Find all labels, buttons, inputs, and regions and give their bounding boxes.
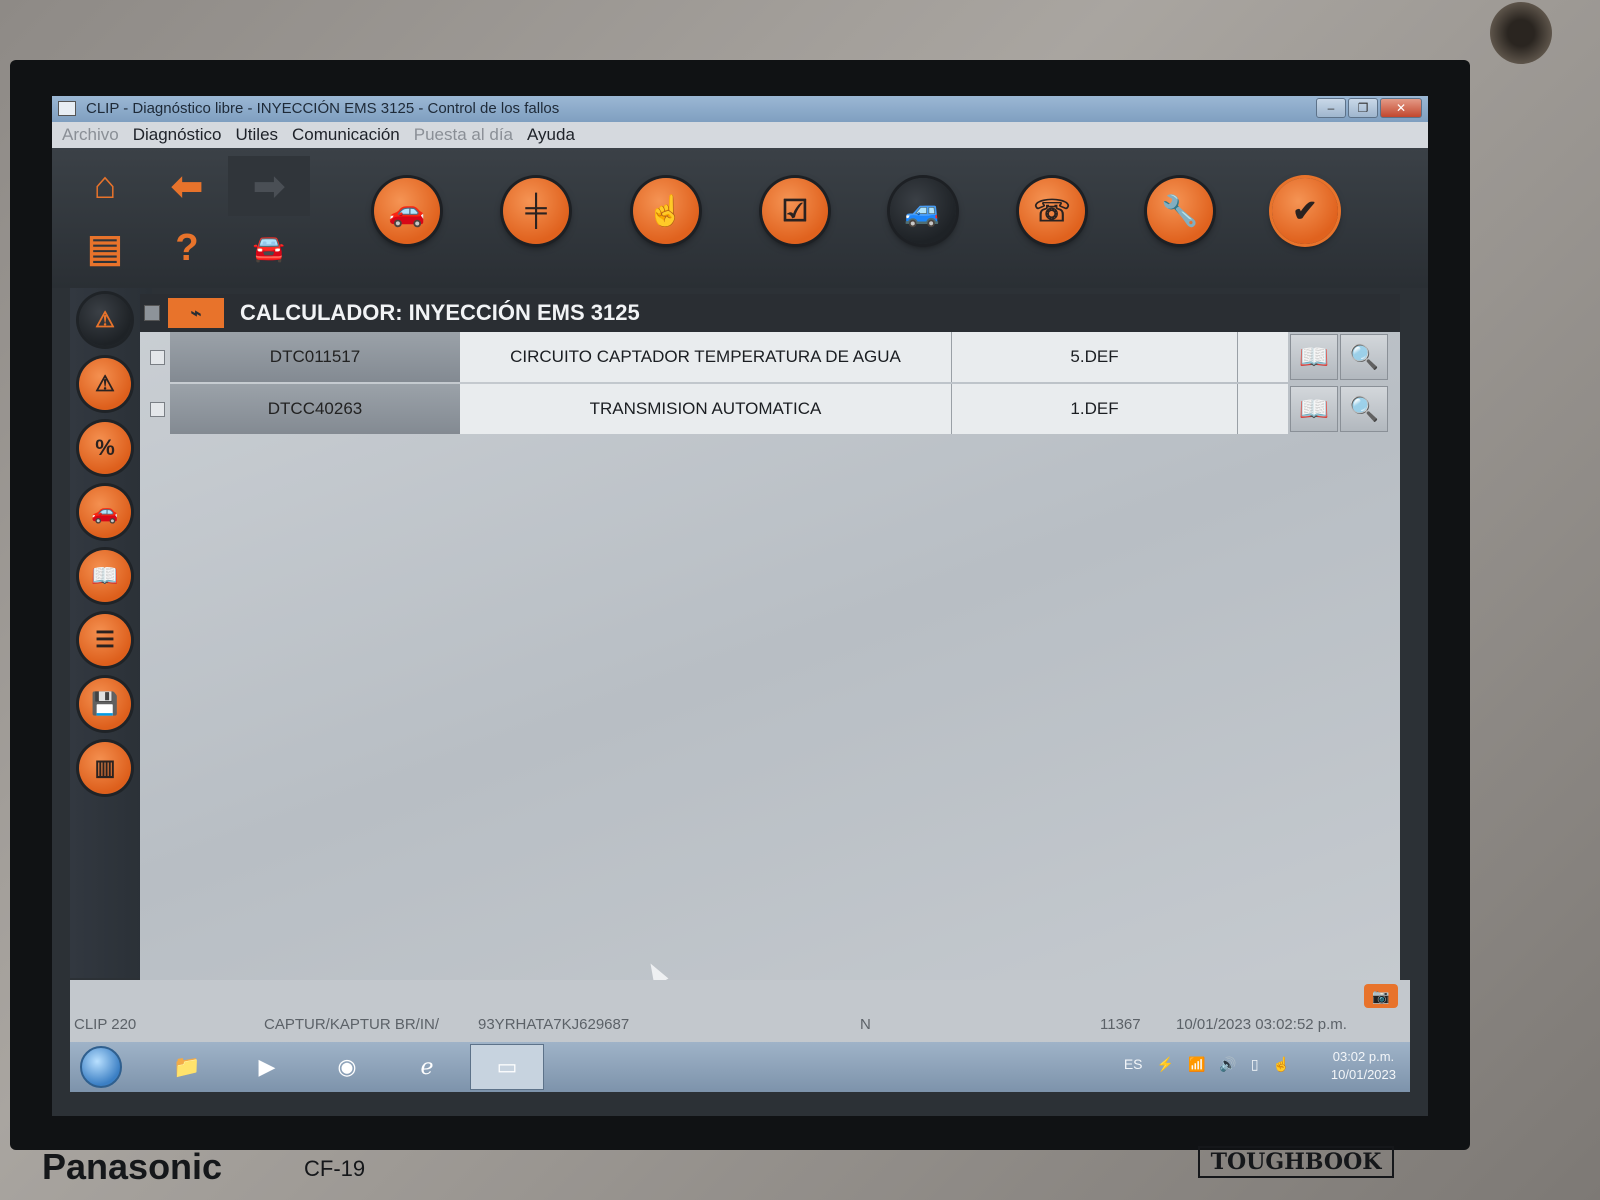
toolbar: ⌂ ⬅ ➡ ▤ ? 🚘 🚗 ╪ ☝ ☑ 🚙 ☏ 🔧 ✔	[52, 148, 1428, 288]
media-player-icon[interactable]: ▶	[230, 1044, 304, 1090]
dtc-state: 1.DEF	[952, 384, 1238, 434]
dtc-row[interactable]: DTC011517 CIRCUITO CAPTADOR TEMPERATURA …	[140, 332, 1400, 384]
internet-explorer-icon[interactable]: ℯ	[390, 1044, 464, 1090]
battery-icon[interactable]: ▯	[1251, 1056, 1259, 1073]
camera-icon[interactable]: 📷	[1364, 984, 1398, 1008]
status-mode: N	[860, 1016, 871, 1033]
volume-icon[interactable]: 🔊	[1219, 1056, 1236, 1073]
barcode-icon[interactable]: ▥	[79, 742, 131, 794]
calculator-checkbox[interactable]	[144, 305, 160, 321]
clip-window: CLIP - Diagnóstico libre - INYECCIÓN EMS…	[52, 96, 1428, 1116]
clock-time: 03:02 p.m.	[1332, 1049, 1395, 1064]
dtc-code: DTC011517	[170, 332, 460, 382]
manual-book-icon[interactable]: 📖	[79, 550, 131, 602]
clip-app-icon[interactable]: ▭	[470, 1044, 544, 1090]
status-vehicle: CAPTUR/KAPTUR BR/IN/	[264, 1016, 440, 1033]
status-number: 11367	[1100, 1016, 1141, 1033]
vehicle-info-icon[interactable]: 🚘	[228, 218, 310, 278]
touch-icon[interactable]: ☝	[633, 178, 699, 244]
wrench-icon[interactable]: 🔧	[1147, 178, 1213, 244]
model-label: CF-19	[304, 1156, 366, 1181]
window-title: CLIP - Diagnóstico libre - INYECCIÓN EMS…	[86, 100, 560, 117]
language-indicator[interactable]: ES	[1124, 1056, 1143, 1073]
dtc-row[interactable]: DTCC40263 TRANSMISION AUTOMATICA 1.DEF 📖…	[140, 384, 1400, 436]
menu-bar: Archivo Diagnóstico Utiles Comunicación …	[52, 122, 1428, 148]
dtc-checkbox[interactable]	[150, 350, 165, 365]
checklist-icon[interactable]: ☑	[762, 178, 828, 244]
clock-date: 10/01/2023	[1330, 1067, 1396, 1082]
wifi-icon[interactable]: 📶	[1188, 1056, 1205, 1073]
dtc-empty-cell	[1238, 384, 1288, 434]
menu-archivo[interactable]: Archivo	[62, 122, 119, 148]
restore-button[interactable]: ❐	[1348, 98, 1378, 118]
vehicle-scan-icon[interactable]: 🚙	[890, 178, 956, 244]
printer-icon[interactable]: ▤	[64, 218, 146, 278]
calculator-title: CALCULADOR: INYECCIÓN EMS 3125	[240, 300, 640, 325]
dtc-description: TRANSMISION AUTOMATICA	[460, 384, 952, 434]
manual-book-icon[interactable]: 📖	[1290, 386, 1338, 432]
chrome-icon[interactable]: ◉	[310, 1044, 384, 1090]
network-icon[interactable]: ⚡	[1157, 1056, 1174, 1073]
folder-icon[interactable]: 📁	[150, 1044, 224, 1090]
app-icon	[58, 101, 76, 116]
dtc-empty-cell	[1238, 332, 1288, 382]
vehicle-identification-icon[interactable]: 🚗	[374, 178, 440, 244]
dtc-state: 5.DEF	[952, 332, 1238, 382]
start-button[interactable]	[80, 1046, 122, 1088]
phone-support-icon[interactable]: ☏	[1019, 178, 1085, 244]
menu-diagnostico[interactable]: Diagnóstico	[133, 122, 222, 148]
status-bar: CLIP 220 CAPTUR/KAPTUR BR/IN/ 93YRHATA7K…	[70, 980, 1410, 1042]
navigation-grid: ⌂ ⬅ ➡ ▤ ? 🚘	[64, 156, 310, 278]
manual-book-icon[interactable]: 📖	[1290, 334, 1338, 380]
system-tray: ES ⚡ 📶 🔊 ▯ ☝	[1124, 1056, 1290, 1073]
help-icon[interactable]: ?	[146, 218, 228, 278]
dtc-checkbox[interactable]	[150, 402, 165, 417]
window-controls: – ❐ ✕	[1316, 98, 1422, 118]
dtc-description: CIRCUITO CAPTADOR TEMPERATURA DE AGUA	[460, 332, 952, 382]
status-version: CLIP 220	[74, 1016, 137, 1033]
home-icon[interactable]: ⌂	[64, 156, 146, 216]
brand-logo: Panasonic	[42, 1146, 223, 1187]
title-bar: CLIP - Diagnóstico libre - INYECCIÓN EMS…	[52, 96, 1428, 122]
vehicle-check-icon[interactable]: ✔	[1272, 178, 1338, 244]
ecu-icon: ⌁	[168, 298, 224, 328]
bezel-screw	[1490, 2, 1552, 64]
taskbar-clock[interactable]: 03:02 p.m. 10/01/2023	[1331, 1048, 1396, 1084]
status-vin: 93YRHATA7KJ629687	[478, 1016, 630, 1033]
menu-utiles[interactable]: Utiles	[236, 122, 279, 148]
minimize-button[interactable]: –	[1316, 98, 1346, 118]
calculator-header: ⌁ CALCULADOR: INYECCIÓN EMS 3125	[140, 294, 1400, 332]
menu-comunicacion[interactable]: Comunicación	[292, 122, 400, 148]
parameters-list-icon[interactable]: ☰	[79, 614, 131, 666]
forward-arrow-icon[interactable]: ➡	[228, 156, 310, 216]
warning-icon[interactable]: ⚠	[79, 358, 131, 410]
vehicle-icon[interactable]: 🚗	[79, 486, 131, 538]
menu-ayuda[interactable]: Ayuda	[527, 122, 575, 148]
close-button[interactable]: ✕	[1380, 98, 1422, 118]
series-label: TOUGHBOOK	[1198, 1146, 1394, 1178]
magnifier-icon[interactable]: 🔍	[1340, 386, 1388, 432]
vehicle-save-icon[interactable]: 💾	[79, 678, 131, 730]
gearbox-icon[interactable]: ╪	[503, 178, 569, 244]
status-datetime: 10/01/2023 03:02:52 p.m.	[1176, 1016, 1347, 1033]
percent-icon[interactable]: %	[79, 422, 131, 474]
back-arrow-icon[interactable]: ⬅	[146, 156, 228, 216]
touch-pointer-icon[interactable]: ☝	[1273, 1056, 1290, 1073]
menu-puesta-al-dia[interactable]: Puesta al día	[414, 122, 513, 148]
dtc-list-area: DTC011517 CIRCUITO CAPTADOR TEMPERATURA …	[140, 332, 1400, 987]
windows-taskbar: 📁 ▶ ◉ ℯ ▭ ES ⚡ 📶 🔊 ▯ ☝ 03:02 p.m. 10/01/…	[70, 1042, 1410, 1092]
warning-icon[interactable]: ⚠	[79, 294, 131, 346]
dtc-code: DTCC40263	[170, 384, 460, 434]
magnifier-icon[interactable]: 🔍	[1340, 334, 1388, 380]
